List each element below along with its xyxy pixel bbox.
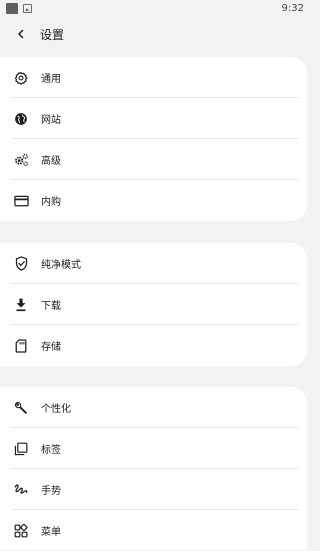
- settings-item-purchases[interactable]: 内购: [0, 180, 307, 221]
- sd-card-icon: [13, 338, 29, 354]
- tabs-icon: [13, 441, 29, 457]
- settings-item-tabs[interactable]: 标签: [0, 428, 307, 469]
- settings-item-clean-mode[interactable]: 纯净模式: [0, 243, 307, 284]
- settings-item-label: 通用: [41, 74, 61, 85]
- settings-item-website[interactable]: 网站: [0, 98, 307, 139]
- settings-item-gestures[interactable]: 手势: [0, 469, 307, 510]
- settings-item-label: 手势: [41, 486, 61, 497]
- back-button[interactable]: [7, 20, 35, 48]
- shield-check-icon: [13, 256, 29, 272]
- chevron-left-icon: [18, 29, 24, 39]
- settings-item-label: 下载: [41, 301, 61, 312]
- settings-item-label: 内购: [41, 197, 61, 208]
- settings-item-label: 网站: [41, 115, 61, 126]
- settings-group-general: 通用 网站 高级 内购: [0, 57, 307, 221]
- gears-icon: [13, 152, 29, 168]
- status-bar: 9:32: [0, 0, 309, 16]
- image-notification-icon: [23, 3, 32, 13]
- gesture-icon: [13, 482, 29, 498]
- status-time: 9:32: [281, 2, 304, 14]
- page-title: 设置: [40, 27, 65, 42]
- settings-item-personalization[interactable]: 个性化: [0, 387, 307, 428]
- wrench-icon: [13, 400, 29, 416]
- settings-item-storage[interactable]: 存储: [0, 325, 307, 366]
- menu-grid-icon: [13, 523, 29, 539]
- settings-item-label: 个性化: [41, 404, 71, 415]
- settings-item-label: 标签: [41, 445, 61, 456]
- settings-item-downloads[interactable]: 下载: [0, 284, 307, 325]
- settings-item-label: 菜单: [41, 527, 61, 538]
- gear-icon: [13, 70, 29, 86]
- settings-item-label: 高级: [41, 156, 61, 167]
- settings-item-general[interactable]: 通用: [0, 57, 307, 98]
- notification-app-icon: [6, 2, 18, 14]
- settings-item-label: 存储: [41, 342, 61, 353]
- settings-group-content: 纯净模式 下载 存储: [0, 243, 307, 366]
- app-bar: 设置: [0, 20, 309, 48]
- settings-item-advanced[interactable]: 高级: [0, 139, 307, 180]
- globe-icon: [13, 111, 29, 127]
- settings-item-label: 纯净模式: [41, 260, 81, 271]
- settings-item-menu[interactable]: 菜单: [0, 510, 307, 551]
- status-notifications: [6, 2, 32, 14]
- settings-group-customization: 个性化 标签 手势 菜单: [0, 387, 307, 550]
- download-icon: [13, 297, 29, 313]
- credit-card-icon: [13, 193, 29, 209]
